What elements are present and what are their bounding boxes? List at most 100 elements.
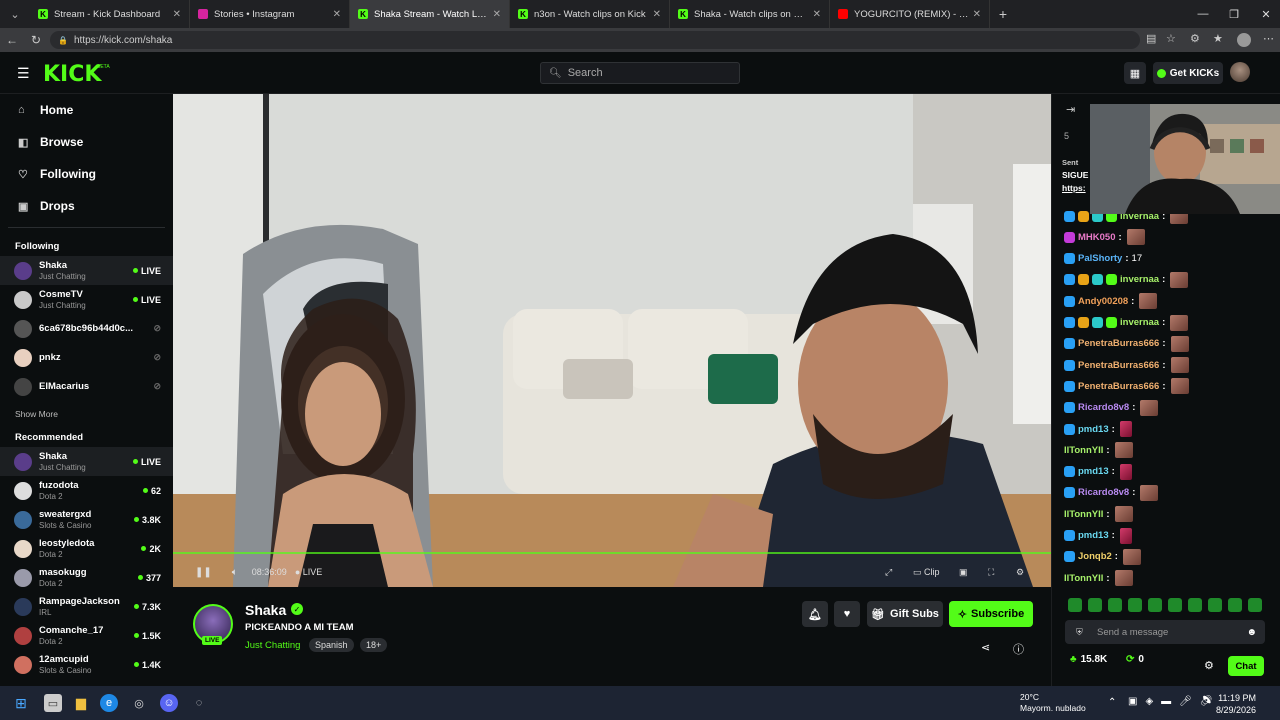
emote-icon[interactable]: [1148, 598, 1162, 612]
emote-icon[interactable]: [1248, 598, 1262, 612]
collapse-chat-icon[interactable]: ⇥: [1066, 103, 1075, 116]
browser-tab[interactable]: K Shaka Stream - Watch Live on Kick ✕: [350, 0, 510, 28]
emote-icon[interactable]: [1128, 598, 1142, 612]
settings-icon[interactable]: ⚙: [1016, 567, 1024, 578]
chat-username[interactable]: Jonqb2: [1078, 551, 1112, 562]
windows-start-icon[interactable]: ⊞: [12, 694, 30, 712]
tab-close-icon[interactable]: ✕: [813, 9, 821, 20]
channel-item[interactable]: leostyledota Dota 2 2K: [0, 534, 173, 563]
video-player[interactable]: ❚❚ 🔈︎ 08:36:09 ● LIVE ⤢ ▭ Clip ▣ ⛶ ⚙: [173, 94, 1051, 587]
get-kicks-button[interactable]: Get KICKs: [1153, 62, 1223, 84]
steam-icon[interactable]: ◎: [130, 694, 148, 712]
clip-button[interactable]: ▭ Clip: [913, 567, 940, 578]
points-balance[interactable]: ⟳ 0: [1126, 654, 1144, 665]
chat-username[interactable]: PenetraBurras666: [1078, 360, 1159, 371]
reload-icon[interactable]: ↻: [24, 33, 48, 47]
progress-bar[interactable]: [173, 552, 1051, 554]
notification-bell-button[interactable]: 🔔︎: [802, 601, 828, 627]
url-field[interactable]: 🔒 https://kick.com/shaka: [50, 31, 1140, 49]
tray-chevron-icon[interactable]: ⌃: [1108, 697, 1116, 708]
chat-username[interactable]: PenetraBurras666: [1078, 381, 1159, 392]
channel-item[interactable]: CosmeTV Just Chatting LIVE: [0, 285, 173, 314]
emote-icon[interactable]: [1228, 598, 1242, 612]
channel-item[interactable]: masokugg Dota 2 377: [0, 563, 173, 592]
favorites-icon[interactable]: ★: [1213, 32, 1223, 45]
subscribe-button[interactable]: ✧ Subscribe: [949, 601, 1033, 627]
tab-close-icon[interactable]: ✕: [173, 9, 181, 20]
emote-icon[interactable]: [1188, 598, 1202, 612]
task-view-icon[interactable]: ▭: [44, 694, 62, 712]
back-icon[interactable]: ←: [0, 33, 24, 47]
chat-username[interactable]: Andy00208: [1078, 296, 1128, 307]
emoji-icon[interactable]: ☻: [1246, 627, 1257, 638]
chat-username[interactable]: IlTonnYIl: [1064, 445, 1103, 456]
chat-username[interactable]: IlTonnYIl: [1064, 573, 1103, 584]
channel-item[interactable]: pnkz ⊘: [0, 343, 173, 372]
chat-username[interactable]: Ricardo8v8: [1078, 402, 1129, 413]
emote-icon[interactable]: [1208, 598, 1222, 612]
menu-icon[interactable]: ☰: [17, 65, 30, 82]
close-window-icon[interactable]: ✕: [1250, 0, 1280, 28]
browser-tab[interactable]: K Stream - Kick Dashboard ✕: [30, 0, 190, 28]
chat-username[interactable]: invernaa: [1120, 317, 1159, 328]
chat-username[interactable]: Ricardo8v8: [1078, 487, 1129, 498]
file-explorer-icon[interactable]: ▆: [72, 694, 90, 712]
category-link[interactable]: Just Chatting: [245, 640, 300, 651]
show-more-link[interactable]: Show More: [0, 401, 173, 427]
taskbar-clock[interactable]: 11:19 PM 8/29/2026: [1216, 692, 1256, 716]
channel-item[interactable]: Shaka Just Chatting LIVE: [0, 447, 173, 476]
tab-list-chevron-icon[interactable]: ⌄: [0, 0, 30, 28]
channel-item[interactable]: RampageJackson IRL 7.3K: [0, 592, 173, 621]
discord-icon[interactable]: ☺: [160, 694, 178, 712]
chat-username[interactable]: pmd13: [1078, 466, 1109, 477]
chat-username[interactable]: pmd13: [1078, 424, 1109, 435]
restore-icon[interactable]: ❐: [1218, 0, 1250, 28]
chat-username[interactable]: MHK050: [1078, 232, 1116, 243]
channel-item[interactable]: Comanche_17 Dota 2 1.5K: [0, 621, 173, 650]
new-tab-button[interactable]: +: [990, 6, 1016, 22]
sidebar-item-browse[interactable]: ◧ Browse: [0, 126, 173, 158]
extensions-icon[interactable]: ⚙: [1190, 32, 1200, 45]
channel-item[interactable]: fuzodota Dota 2 62: [0, 476, 173, 505]
tag-language[interactable]: Spanish: [309, 638, 354, 652]
tray-icons[interactable]: ▣◈▬🎤︎🔊︎: [1128, 696, 1221, 707]
sidebar-item-following[interactable]: ♡ Following: [0, 158, 173, 190]
tab-close-icon[interactable]: ✕: [493, 9, 501, 20]
more-menu-icon[interactable]: ⋯: [1263, 32, 1274, 45]
kick-logo[interactable]: KICK: [43, 62, 101, 87]
channel-item[interactable]: 12amcupid Slots & Casino 1.4K: [0, 650, 173, 679]
chat-message-input[interactable]: ⛨ Send a message ☻: [1065, 620, 1265, 644]
channel-item[interactable]: Shaka Just Chatting LIVE: [0, 256, 173, 285]
browser-tab[interactable]: Stories • Instagram ✕: [190, 0, 350, 28]
chat-send-button[interactable]: Chat: [1228, 656, 1264, 676]
tab-close-icon[interactable]: ✕: [333, 9, 341, 20]
chat-username[interactable]: invernaa: [1120, 274, 1159, 285]
channel-item[interactable]: ElMacarius ⊘: [0, 372, 173, 401]
fullscreen-icon[interactable]: ⛶: [988, 567, 994, 578]
profile-avatar[interactable]: [1237, 33, 1251, 47]
tab-close-icon[interactable]: ✕: [653, 9, 661, 20]
browser-tab[interactable]: Kn3on - Watch clips on Kick ✕: [510, 0, 670, 28]
tag-age[interactable]: 18+: [360, 638, 388, 652]
favorite-star-icon[interactable]: ☆: [1166, 32, 1176, 45]
emote-icon[interactable]: [1088, 598, 1102, 612]
edge-browser-icon[interactable]: e: [100, 694, 118, 712]
emote-icon[interactable]: [1108, 598, 1122, 612]
weather-widget[interactable]: 20°C Mayorm. nublado: [1020, 692, 1086, 714]
volume-icon[interactable]: 🔈︎: [232, 567, 238, 578]
sidebar-item-drops[interactable]: ▣ Drops: [0, 190, 173, 222]
chat-username[interactable]: IlTonnYIl: [1064, 509, 1103, 520]
sidebar-item-home[interactable]: ⌂ Home: [0, 94, 173, 126]
info-icon[interactable]: ⓘ: [1013, 641, 1024, 657]
channel-name[interactable]: Shaka: [245, 602, 286, 618]
dashboard-icon[interactable]: ▦: [1124, 62, 1146, 84]
chat-settings-icon[interactable]: ⚙: [1204, 659, 1214, 672]
chat-username[interactable]: pmd13: [1078, 530, 1109, 541]
user-avatar[interactable]: [1230, 62, 1250, 82]
theater-icon[interactable]: ⤢: [885, 567, 892, 578]
kicks-balance[interactable]: ♣ 15.8K: [1070, 654, 1107, 665]
app-icon[interactable]: ◌: [190, 694, 208, 712]
pause-icon[interactable]: ❚❚: [195, 567, 212, 578]
browser-tab[interactable]: K Shaka - Watch clips on Kick ✕: [670, 0, 830, 28]
chat-username[interactable]: PalShorty: [1078, 253, 1122, 264]
